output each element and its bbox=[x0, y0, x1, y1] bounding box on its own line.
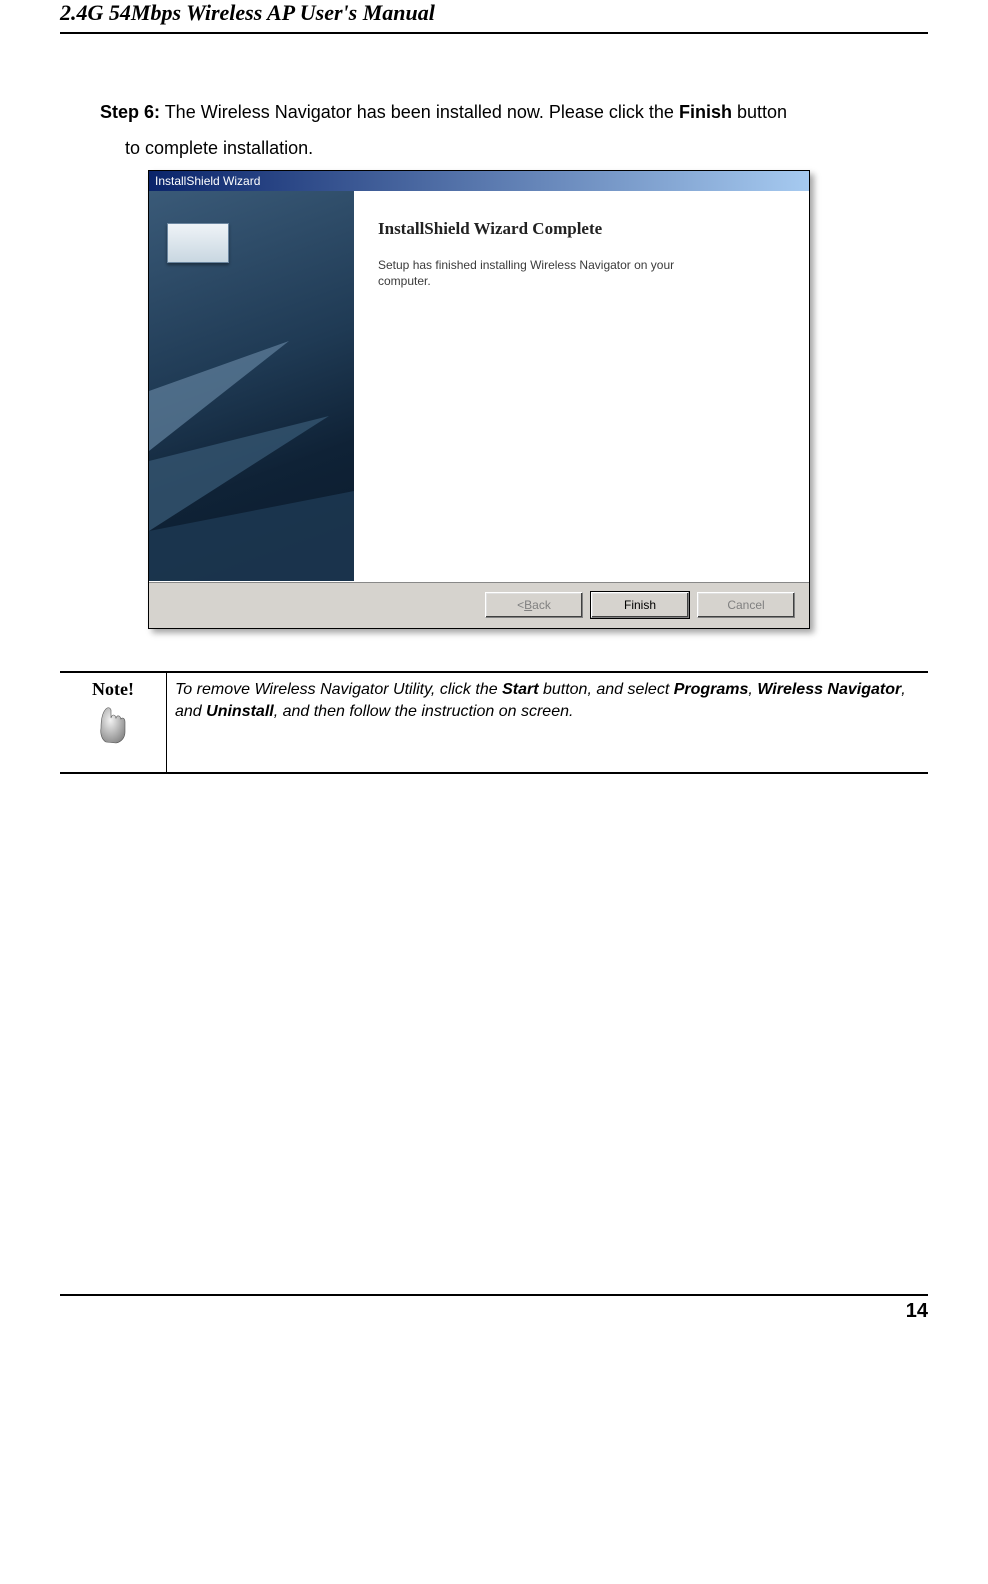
step-text-1: The Wireless Navigator has been installe… bbox=[160, 102, 679, 122]
wizard-text-line2: computer. bbox=[378, 273, 789, 289]
finish-word: Finish bbox=[679, 102, 732, 122]
wizard-side-graphic bbox=[149, 191, 354, 581]
note-text-prefix: To remove Wireless Navigator Utility, cl… bbox=[175, 681, 502, 698]
step-label: Step 6: bbox=[100, 102, 160, 122]
back-button: < Back bbox=[485, 592, 583, 618]
note-uninstall-bold: Uninstall bbox=[206, 703, 274, 720]
note-table: Note! To remove Wireless Navigator Utili… bbox=[60, 671, 928, 774]
step-text-2: button bbox=[732, 102, 787, 122]
cancel-button: Cancel bbox=[697, 592, 795, 618]
step-paragraph: Step 6: The Wireless Navigator has been … bbox=[60, 94, 928, 166]
note-text: To remove Wireless Navigator Utility, cl… bbox=[167, 672, 929, 773]
wizard-complete-title: InstallShield Wizard Complete bbox=[378, 219, 789, 239]
wizard-titlebar: InstallShield Wizard bbox=[149, 171, 809, 191]
note-hand-icon bbox=[96, 704, 130, 744]
note-wn-bold: Wireless Navigator bbox=[757, 681, 901, 698]
back-underline: B bbox=[524, 598, 532, 612]
manual-header-title: 2.4G 54Mbps Wireless AP User's Manual bbox=[60, 0, 928, 32]
note-programs-bold: Programs bbox=[674, 681, 749, 698]
step-text-line2: to complete installation. bbox=[100, 130, 928, 166]
wizard-text-line1: Setup has finished installing Wireless N… bbox=[378, 257, 789, 273]
note-label: Note! bbox=[68, 679, 158, 700]
wizard-footer: < Back Finish Cancel bbox=[149, 581, 809, 628]
back-prefix: < bbox=[517, 598, 524, 612]
note-text-mid1b: , bbox=[748, 681, 757, 698]
note-text-mid1: button, and select bbox=[539, 681, 674, 698]
page-number: 14 bbox=[60, 1296, 928, 1323]
header-divider bbox=[60, 32, 928, 34]
note-text-suffix: , and then follow the instruction on scr… bbox=[274, 703, 574, 720]
cancel-button-label: Cancel bbox=[727, 598, 764, 612]
finish-button[interactable]: Finish bbox=[591, 592, 689, 618]
back-suffix: ack bbox=[532, 598, 551, 612]
finish-button-label: Finish bbox=[624, 598, 656, 612]
note-start-bold: Start bbox=[502, 681, 538, 698]
install-wizard-window: InstallShield Wizard InstallShield Wizar… bbox=[148, 170, 810, 629]
